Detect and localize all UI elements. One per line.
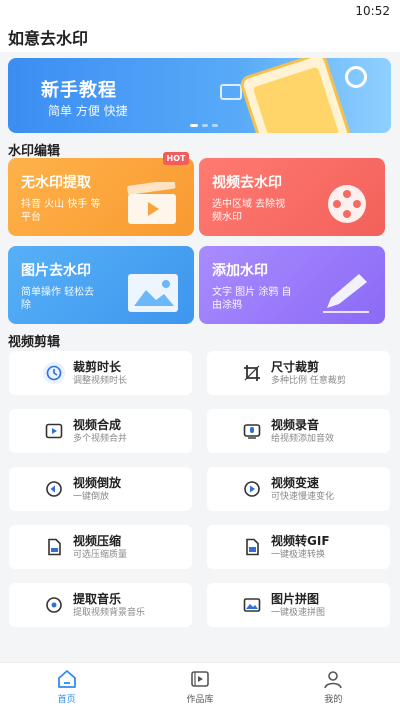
card-title: 图片去水印 bbox=[21, 263, 91, 279]
tool-extract-music[interactable]: 提取音乐 提取视频背景音乐 bbox=[9, 583, 192, 627]
card-subtitle: 抖音 火山 快手 等平台 bbox=[21, 199, 101, 223]
tool-video-reverse[interactable]: 视频倒放 一键倒放 bbox=[9, 467, 192, 511]
music-icon bbox=[43, 594, 65, 616]
card-subtitle: 选中区域 去除视频水印 bbox=[212, 199, 286, 223]
microphone-icon bbox=[241, 420, 263, 442]
tab-label: 首页 bbox=[57, 695, 76, 705]
tab-label: 我的 bbox=[324, 695, 343, 705]
tool-video-record[interactable]: 视频录音 给视频添加音效 bbox=[207, 409, 390, 453]
card-add-watermark[interactable]: 添加水印 文字 图片 涂鸦 自由涂鸦 bbox=[199, 246, 385, 324]
tool-subtitle: 给视频添加音效 bbox=[271, 433, 335, 444]
compress-icon bbox=[43, 536, 65, 558]
collage-icon bbox=[241, 594, 263, 616]
tab-library[interactable]: 作品库 bbox=[133, 663, 266, 710]
tutorial-banner[interactable]: 新手教程 简单 方便 快捷 bbox=[8, 58, 391, 133]
tool-video-merge[interactable]: 视频合成 多个视频合并 bbox=[9, 409, 192, 453]
tool-title: 视频变速 bbox=[271, 475, 320, 490]
tool-subtitle: 多个视频合并 bbox=[73, 433, 128, 444]
tool-title: 视频倒放 bbox=[73, 475, 122, 490]
tool-video-compress[interactable]: 视频压缩 可选压缩质量 bbox=[9, 525, 192, 569]
tool-trim-duration[interactable]: 裁剪时长 调整视频时长 bbox=[9, 351, 192, 395]
library-icon bbox=[191, 671, 209, 687]
card-video-remove-watermark[interactable]: 视频去水印 选中区域 去除视频水印 bbox=[199, 158, 385, 236]
tab-label: 作品库 bbox=[186, 695, 214, 705]
tab-profile[interactable]: 我的 bbox=[267, 663, 400, 710]
clapperboard-icon bbox=[127, 182, 176, 224]
tool-title: 提取音乐 bbox=[73, 591, 122, 606]
tool-title: 视频转GIF bbox=[271, 533, 330, 548]
hot-badge: HOT bbox=[163, 152, 189, 165]
tool-subtitle: 可选压缩质量 bbox=[73, 549, 128, 560]
card-title: 视频去水印 bbox=[212, 175, 282, 191]
tool-size-crop[interactable]: 尺寸裁剪 多种比例 任意裁剪 bbox=[207, 351, 390, 395]
tool-subtitle: 多种比例 任意裁剪 bbox=[271, 375, 346, 386]
banner-pager bbox=[190, 124, 218, 127]
banner-title: 新手教程 bbox=[41, 80, 117, 101]
card-image-remove-watermark[interactable]: 图片去水印 简单操作 轻松去除 bbox=[8, 246, 194, 324]
tool-subtitle: 调整视频时长 bbox=[73, 375, 128, 386]
card-subtitle: 简单操作 轻松去除 bbox=[21, 287, 95, 311]
tool-title: 视频合成 bbox=[73, 417, 122, 432]
bottom-tab-bar: 首页 作品库 我的 bbox=[0, 662, 400, 710]
pager-dot[interactable] bbox=[212, 124, 218, 127]
speed-icon bbox=[241, 478, 263, 500]
card-extract-no-watermark[interactable]: 无水印提取 抖音 火山 快手 等平台 bbox=[8, 158, 194, 236]
image-icon bbox=[128, 274, 178, 312]
tool-subtitle: 可快速慢速变化 bbox=[271, 491, 335, 502]
card-title: 添加水印 bbox=[212, 263, 268, 279]
card-subtitle: 文字 图片 涂鸦 自由涂鸦 bbox=[212, 287, 292, 311]
tool-video-speed[interactable]: 视频变速 可快速慢速变化 bbox=[207, 467, 390, 511]
tool-title: 裁剪时长 bbox=[73, 359, 122, 374]
pencil-icon bbox=[323, 274, 369, 313]
tool-video-to-gif[interactable]: 视频转GIF 一键极速转换 bbox=[207, 525, 390, 569]
tab-home[interactable]: 首页 bbox=[0, 663, 133, 710]
tool-subtitle: 一键极速拼图 bbox=[271, 607, 326, 618]
profile-icon bbox=[324, 671, 343, 689]
tool-subtitle: 一键倒放 bbox=[73, 491, 110, 502]
crop-icon bbox=[241, 362, 263, 384]
tool-title: 视频压缩 bbox=[73, 533, 122, 548]
page-title: 如意去水印 bbox=[8, 29, 89, 48]
film-reel-icon bbox=[328, 185, 366, 223]
video-merge-icon bbox=[43, 420, 65, 442]
tool-subtitle: 提取视频背景音乐 bbox=[73, 607, 146, 618]
card-title: 无水印提取 bbox=[21, 175, 91, 191]
film-reel-icon bbox=[345, 66, 367, 88]
section-title-watermark: 水印编辑 bbox=[8, 144, 61, 159]
home-icon bbox=[57, 670, 76, 688]
tool-title: 视频录音 bbox=[271, 417, 320, 432]
gif-icon bbox=[241, 536, 263, 558]
tool-subtitle: 一键极速转换 bbox=[271, 549, 326, 560]
tool-image-collage[interactable]: 图片拼图 一键极速拼图 bbox=[207, 583, 390, 627]
phone-illustration-icon bbox=[238, 58, 358, 133]
image-icon bbox=[220, 84, 242, 100]
app-header: 如意去水印 bbox=[0, 22, 400, 52]
status-bar: 10:52 bbox=[0, 0, 400, 22]
tool-title: 图片拼图 bbox=[271, 591, 320, 606]
pager-dot[interactable] bbox=[190, 124, 198, 127]
banner-subtitle: 简单 方便 快捷 bbox=[48, 104, 128, 118]
section-title-video: 视频剪辑 bbox=[8, 335, 61, 350]
rewind-icon bbox=[43, 478, 65, 500]
pager-dot[interactable] bbox=[202, 124, 208, 127]
clock-icon bbox=[43, 362, 65, 384]
tool-title: 尺寸裁剪 bbox=[271, 359, 320, 374]
status-time: 10:52 bbox=[355, 4, 390, 18]
